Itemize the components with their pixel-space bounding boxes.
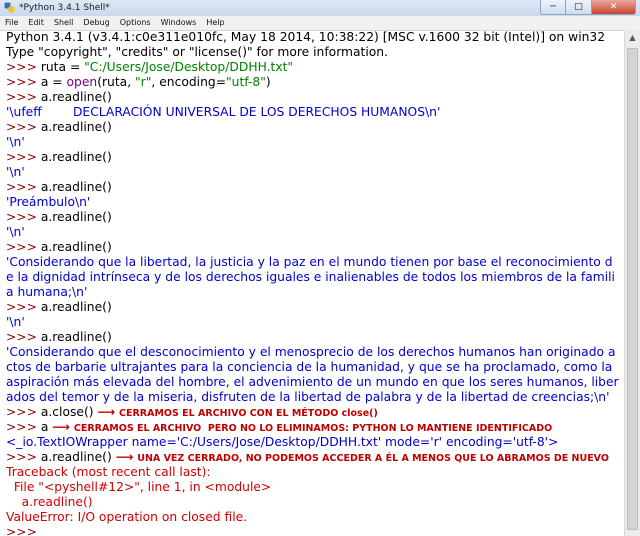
input-line: >>> a.readline() bbox=[6, 240, 624, 255]
python-shell-window: *Python 3.4.1 Shell* ─ □ ✕ File Edit She… bbox=[0, 0, 640, 536]
close-button[interactable]: ✕ bbox=[592, 0, 636, 15]
output-line: '\ufeff DECLARACIÓN UNIVERSAL DE LOS DER… bbox=[6, 105, 441, 119]
string-literal: "C:/Users/Jose/Desktop/DDHH.txt" bbox=[84, 60, 294, 74]
vertical-scrollbar[interactable]: ▲ bbox=[624, 30, 640, 536]
maximize-button[interactable]: □ bbox=[566, 0, 592, 15]
output-line: 'Preámbulo\n' bbox=[6, 195, 91, 209]
input-line[interactable]: >>> bbox=[6, 525, 624, 536]
input-line: >>> a.readline() ⟶ UNA VEZ CERRADO, NO P… bbox=[6, 450, 624, 465]
code-text: a bbox=[40, 420, 49, 434]
shell-text-area[interactable]: Python 3.4.1 (v3.4.1:c0e311e010fc, May 1… bbox=[0, 30, 624, 536]
prompt: >>> bbox=[6, 180, 41, 194]
code-text: a.readline() bbox=[40, 240, 112, 254]
prompt: >>> bbox=[6, 210, 41, 224]
annotation-arrow-icon: ⟶ bbox=[115, 450, 134, 464]
code-text: a.readline() bbox=[40, 150, 112, 164]
prompt: >>> bbox=[6, 90, 41, 104]
output-line: a humana;\n' bbox=[6, 285, 88, 299]
python-app-icon bbox=[4, 2, 15, 13]
output-line: '\n' bbox=[6, 315, 25, 329]
traceback-line: Traceback (most recent call last): bbox=[6, 465, 211, 479]
input-line: >>> a.readline() bbox=[6, 210, 624, 225]
menu-options[interactable]: Options bbox=[115, 16, 156, 30]
output-line: aspiración más elevada del hombre, el ad… bbox=[6, 375, 619, 389]
input-line: >>> a ⟶ CERRAMOS EL ARCHIVO PERO NO LO E… bbox=[6, 420, 624, 435]
banner-line: Python 3.4.1 (v3.4.1:c0e311e010fc, May 1… bbox=[6, 30, 606, 44]
input-line: >>> a.readline() bbox=[6, 150, 624, 165]
menu-edit[interactable]: Edit bbox=[23, 16, 49, 30]
prompt: >>> bbox=[6, 150, 41, 164]
input-line: >>> a.readline() bbox=[6, 180, 624, 195]
annotation-note: UNA VEZ CERRADO, NO PODEMOS ACCEDER A ÉL… bbox=[137, 453, 609, 464]
input-line: >>> ruta = "C:/Users/Jose/Desktop/DDHH.t… bbox=[6, 60, 624, 75]
output-line: <_io.TextIOWrapper name='C:/Users/Jose/D… bbox=[6, 435, 559, 449]
code-text: a.readline() bbox=[40, 90, 112, 104]
prompt: >>> bbox=[6, 330, 41, 344]
menu-debug[interactable]: Debug bbox=[78, 16, 114, 30]
output-line: ados del temor y de la miseria, disfrute… bbox=[6, 390, 610, 404]
output-line: e la dignidad intrínseca y de los derech… bbox=[6, 270, 615, 284]
prompt: >>> bbox=[6, 240, 41, 254]
window-title: *Python 3.4.1 Shell* bbox=[19, 3, 110, 13]
code-text: , encoding= bbox=[151, 75, 226, 89]
code-text: a.readline() bbox=[40, 180, 112, 194]
code-text: ruta = bbox=[40, 60, 85, 74]
window-controls: ─ □ ✕ bbox=[540, 0, 636, 15]
annotation-note: CERRAMOS EL ARCHIVO PERO NO LO ELIMINAMO… bbox=[73, 423, 553, 434]
prompt: >>> bbox=[6, 75, 41, 89]
code-text: ) bbox=[265, 75, 271, 89]
prompt: >>> bbox=[6, 420, 41, 434]
menu-windows[interactable]: Windows bbox=[156, 16, 202, 30]
banner-line: Type "copyright", "credits" or "license(… bbox=[6, 45, 389, 59]
output-line: 'Considerando que la libertad, la justic… bbox=[6, 255, 613, 269]
menu-file[interactable]: File bbox=[0, 16, 23, 30]
scroll-up-icon[interactable]: ▲ bbox=[625, 30, 640, 45]
code-text: a.readline() bbox=[40, 210, 112, 224]
title-bar[interactable]: *Python 3.4.1 Shell* ─ □ ✕ bbox=[0, 0, 640, 17]
traceback-line: ValueError: I/O operation on closed file… bbox=[6, 510, 248, 524]
input-line: >>> a = open(ruta, "r", encoding="utf-8"… bbox=[6, 75, 624, 90]
prompt: >>> bbox=[6, 120, 41, 134]
menu-help[interactable]: Help bbox=[201, 16, 229, 30]
input-line: >>> a.readline() bbox=[6, 300, 624, 315]
output-line: '\n' bbox=[6, 165, 25, 179]
traceback-line: a.readline() bbox=[6, 495, 93, 509]
code-text: a.readline() bbox=[40, 450, 112, 464]
menu-shell[interactable]: Shell bbox=[49, 16, 79, 30]
code-text: a.readline() bbox=[40, 330, 112, 344]
prompt: >>> bbox=[6, 450, 41, 464]
string-literal: "r" bbox=[135, 75, 152, 89]
code-text: a.readline() bbox=[40, 120, 112, 134]
output-line: '\n' bbox=[6, 225, 25, 239]
input-line: >>> a.readline() bbox=[6, 90, 624, 105]
builtin-name: open bbox=[66, 75, 98, 89]
output-line: 'Considerando que el desconocimiento y e… bbox=[6, 345, 616, 359]
prompt: >>> bbox=[6, 60, 41, 74]
prompt: >>> bbox=[6, 405, 41, 419]
code-text: (ruta, bbox=[97, 75, 136, 89]
code-text: a.close() bbox=[40, 405, 94, 419]
annotation-note: CERRAMOS EL ARCHIVO CON EL MÉTODO close(… bbox=[119, 408, 378, 419]
code-text: a = bbox=[40, 75, 67, 89]
output-line: ctos de barbarie ultrajantes para la con… bbox=[6, 360, 613, 374]
minimize-button[interactable]: ─ bbox=[540, 0, 566, 15]
annotation-arrow-icon: ⟶ bbox=[52, 420, 70, 434]
traceback-line: File "<pyshell#12>", line 1, in <module> bbox=[6, 480, 272, 494]
input-line: >>> a.readline() bbox=[6, 330, 624, 345]
annotation-arrow-icon: ⟶ bbox=[97, 405, 116, 419]
prompt: >>> bbox=[6, 300, 41, 314]
output-line: '\n' bbox=[6, 135, 25, 149]
prompt: >>> bbox=[6, 525, 41, 536]
code-text: a.readline() bbox=[40, 300, 112, 314]
menu-bar: File Edit Shell Debug Options Windows He… bbox=[0, 16, 640, 31]
string-literal: "utf-8" bbox=[226, 75, 266, 89]
input-line: >>> a.readline() bbox=[6, 120, 624, 135]
scrollbar-thumb[interactable] bbox=[627, 48, 638, 530]
input-line: >>> a.close() ⟶ CERRAMOS EL ARCHIVO CON … bbox=[6, 405, 624, 420]
